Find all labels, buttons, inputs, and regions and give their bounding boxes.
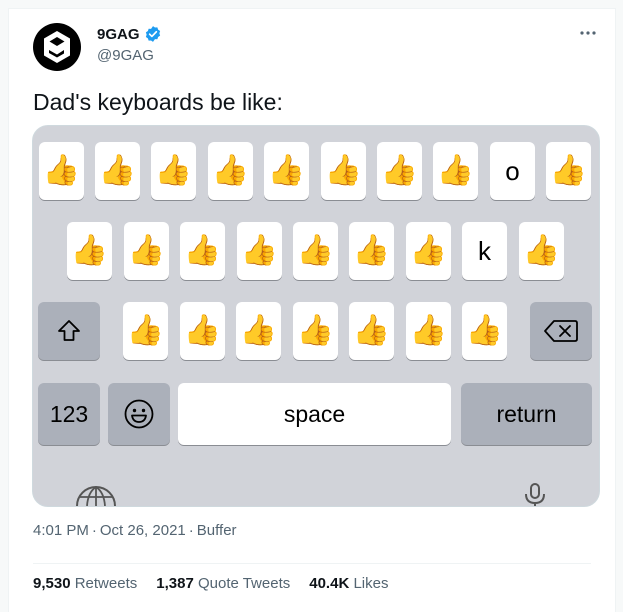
keyboard-key[interactable]: 👍 [349,302,394,360]
retweets-label: Retweets [74,575,138,592]
likes-count: 40.4K [309,575,350,592]
thumbs-up-icon: 👍 [380,154,419,187]
shift-arrow-icon [58,320,80,341]
keyboard-key[interactable]: 👍 [406,302,451,360]
backspace-icon [544,320,578,342]
thumbs-up-icon: 👍 [42,154,81,187]
keyboard-key[interactable]: 👍 [124,222,169,280]
keyboard-key-k[interactable]: k [462,222,507,280]
thumbs-up-icon: 👍 [183,314,222,347]
thumbs-up-icon: 👍 [436,154,475,187]
9gag-logo-icon [44,31,70,63]
thumbs-up-icon: 👍 [465,314,504,347]
thumbs-up-icon: 👍 [239,314,278,347]
keyboard-key[interactable]: 👍 [433,142,478,200]
numbers-key[interactable]: 123 [38,383,100,445]
thumbs-up-icon: 👍 [324,154,363,187]
keyboard-key[interactable]: 👍 [321,142,366,200]
keyboard-key[interactable]: 👍 [462,302,507,360]
keyboard-key[interactable]: 👍 [519,222,564,280]
more-options-icon[interactable] [573,21,603,45]
quote-tweets-count: 1,387 [156,575,194,592]
verified-badge-icon [145,26,160,42]
thumbs-up-icon: 👍 [522,234,561,267]
thumbs-up-icon: 👍 [296,234,335,267]
keyboard-key[interactable]: 👍 [406,222,451,280]
thumbs-up-icon: 👍 [296,314,335,347]
thumbs-up-icon: 👍 [240,234,279,267]
keyboard-key[interactable]: 👍 [208,142,253,200]
divider [33,563,591,564]
thumbs-up-icon: 👍 [352,314,391,347]
keyboard-key[interactable]: 👍 [39,142,84,200]
thumbs-up-icon: 👍 [154,154,193,187]
author-name[interactable]: 9GAG [97,26,140,43]
thumbs-up-icon: 👍 [70,234,109,267]
thumbs-up-icon: 👍 [211,154,250,187]
thumbs-up-icon: 👍 [409,314,448,347]
tweet-date[interactable]: Oct 26, 2021 [100,522,186,539]
likes-label: Likes [353,575,389,592]
thumbs-up-icon: 👍 [126,314,165,347]
retweets-count: 9,530 [33,575,71,592]
quote-tweets-label: Quote Tweets [197,575,291,592]
key-letter: k [478,235,491,266]
meta-separator: · [188,522,194,539]
keyboard-key[interactable]: 👍 [546,142,591,200]
meta-separator: · [91,522,97,539]
thumbs-up-icon: 👍 [409,234,448,267]
space-key-label: space [283,400,346,427]
thumbs-up-icon: 👍 [352,234,391,267]
keyboard-key[interactable]: 👍 [293,222,338,280]
author-name-row[interactable]: 9GAG [97,25,162,43]
keyboard-key[interactable]: 👍 [236,302,281,360]
shift-key[interactable] [38,302,100,360]
keyboard-key[interactable]: 👍 [264,142,309,200]
retweets-stat[interactable]: 9,530 Retweets [33,575,137,592]
quote-tweets-stat[interactable]: 1,387 Quote Tweets [156,575,290,592]
keyboard-key[interactable]: 👍 [95,142,140,200]
author-handle[interactable]: @9GAG [97,47,154,64]
return-key[interactable]: return [461,383,592,445]
emoji-key[interactable] [108,383,170,445]
keyboard-key[interactable]: 👍 [293,302,338,360]
emoji-smiley-icon [124,399,154,429]
tweet-source[interactable]: Buffer [197,522,237,539]
thumbs-up-icon: 👍 [127,234,166,267]
keyboard-key[interactable]: 👍 [349,222,394,280]
return-key-label: return [496,400,557,427]
keyboard-key[interactable]: 👍 [180,302,225,360]
key-letter: o [505,155,520,186]
globe-icon[interactable] [73,484,119,507]
tweet-text: Dad's keyboards be like: [33,89,283,115]
likes-stat[interactable]: 40.4K Likes [309,575,388,592]
avatar[interactable] [33,23,81,71]
keyboard-key[interactable]: 👍 [180,222,225,280]
keyboard-key[interactable]: 👍 [123,302,168,360]
tweet-meta: 4:01 PM · Oct 26, 2021 · Buffer [33,522,237,539]
backspace-key[interactable] [530,302,592,360]
numbers-key-label: 123 [49,400,89,427]
thumbs-up-icon: 👍 [267,154,306,187]
keyboard-key-o[interactable]: o [490,142,535,200]
keyboard-key[interactable]: 👍 [151,142,196,200]
keyboard-image[interactable]: 👍 👍 👍 👍 👍 👍 👍 👍 o 👍 👍 👍 👍 👍 👍 👍 👍 k 👍 👍 … [32,125,600,507]
keyboard-key[interactable]: 👍 [237,222,282,280]
dictation-mic-icon[interactable] [522,482,548,506]
engagement-stats: 9,530 Retweets 1,387 Quote Tweets 40.4K … [33,575,388,592]
thumbs-up-icon: 👍 [549,154,588,187]
tweet-time[interactable]: 4:01 PM [33,522,89,539]
tweet-card: 9GAG @9GAG Dad's keyboards be like: 👍 👍 … [8,8,616,612]
thumbs-up-icon: 👍 [98,154,137,187]
keyboard-key[interactable]: 👍 [377,142,422,200]
space-key[interactable]: space [178,383,451,445]
thumbs-up-icon: 👍 [183,234,222,267]
keyboard-key[interactable]: 👍 [67,222,112,280]
